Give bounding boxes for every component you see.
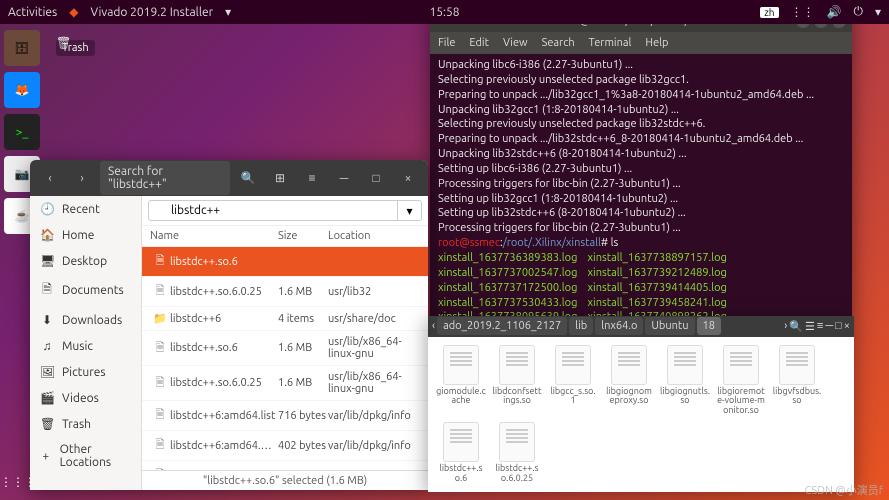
- file-row[interactable]: 🗎libstdc++6:amd64.prerm402 bytesvar/lib/…: [142, 431, 428, 461]
- watermark: CSDN @小演员f: [805, 482, 883, 498]
- filter-input[interactable]: [148, 200, 398, 221]
- sidebar-item-trash[interactable]: 🗑Trash: [30, 411, 141, 437]
- trash-label: Trash: [56, 40, 95, 56]
- chevron-down-icon: ▾: [225, 5, 231, 19]
- search-icon[interactable]: 🔍: [789, 320, 803, 333]
- sidebar-item-downloads[interactable]: ⬇Downloads: [30, 307, 141, 333]
- grid-file-item[interactable]: libstdc++.so.6: [436, 422, 486, 484]
- files-headerbar: ‹ › Search for "libstdc++" 🔍 ⊞ ≡ ─ □ ×: [30, 160, 428, 196]
- file-row[interactable]: 🗎libstdc++.so.6.0.251.6 MBusr/lib/x86_64…: [142, 366, 428, 401]
- sidebar-item-desktop[interactable]: 🖥Desktop: [30, 248, 141, 274]
- maximize-button[interactable]: □: [835, 320, 842, 332]
- file-row[interactable]: 🗎libstdc++6:amd64.list716 bytesvar/lib/d…: [142, 401, 428, 431]
- breadcrumb-segment[interactable]: lib: [569, 317, 593, 335]
- menu-edit[interactable]: Edit: [469, 37, 489, 49]
- menu-help[interactable]: Help: [645, 37, 668, 49]
- search-icon[interactable]: 🔍: [234, 165, 262, 191]
- forward-button[interactable]: ›: [68, 165, 96, 191]
- column-headers[interactable]: NameSizeLocation: [142, 226, 428, 247]
- list-view-icon[interactable]: ☰: [805, 320, 815, 333]
- minimize-button[interactable]: ─: [330, 165, 358, 191]
- clock[interactable]: 15:58: [429, 6, 459, 19]
- show-applications-icon[interactable]: ⋮⋮⋮: [6, 470, 30, 494]
- file-row[interactable]: 🗎libstdc++.so.6.0.251.6 MBusr/lib32: [142, 277, 428, 307]
- grid-file-item[interactable]: libstdc++.so.6.0.25: [492, 422, 542, 484]
- menu-file[interactable]: File: [438, 37, 455, 49]
- terminal-launcher[interactable]: >_: [4, 114, 40, 150]
- wifi-icon[interactable]: ⋮⋮: [791, 5, 815, 19]
- menu-view[interactable]: View: [503, 37, 528, 49]
- volume-icon[interactable]: 🔊: [827, 5, 842, 19]
- input-source[interactable]: zh: [760, 7, 778, 18]
- close-button[interactable]: ×: [844, 320, 850, 332]
- sidebar-item-videos[interactable]: 🎬Videos: [30, 385, 141, 411]
- file-row[interactable]: 📁libstdc++64 itemsusr/share/doc: [142, 307, 428, 331]
- files-sidebar: 🕘Recent🏠Home🖥Desktop🗎Documents⬇Downloads…: [30, 196, 142, 490]
- terminal-output[interactable]: Unpacking libc6-i386 (2.27-3ubuntu1) ...…: [430, 54, 852, 316]
- grid-file-item[interactable]: libgcc_s.so.1: [548, 345, 598, 417]
- breadcrumb-segment[interactable]: lnx64.o: [595, 317, 643, 335]
- sidebar-item-documents[interactable]: 🗎Documents: [30, 274, 141, 307]
- grid-file-item[interactable]: libgvfsdbus.so: [772, 345, 822, 417]
- files-window: ‹ › Search for "libstdc++" 🔍 ⊞ ≡ ─ □ × 🕘…: [30, 160, 428, 490]
- power-icon[interactable]: ⏻: [853, 5, 863, 19]
- back-button[interactable]: ‹: [432, 320, 435, 332]
- menu-icon[interactable]: ≡: [298, 165, 326, 191]
- pathbar[interactable]: Search for "libstdc++": [100, 161, 230, 195]
- terminal-window: root@ssmec: /root/.Xilinx/xinstall FileE…: [430, 10, 852, 316]
- file-list: 🗎libstdc++.so.6🗎libstdc++.so.6.0.251.6 M…: [142, 247, 428, 470]
- files2-grid: giomodule.cachelibdconfsettings.solibgcc…: [428, 337, 854, 492]
- file-row[interactable]: 🗎libstdc++.so.61.6 MBusr/lib/x86_64-linu…: [142, 331, 428, 366]
- activities-button[interactable]: Activities: [8, 6, 57, 19]
- maximize-button[interactable]: □: [362, 165, 390, 191]
- grid-file-item[interactable]: libgioremote-volume-monitor.so: [716, 345, 766, 417]
- grid-file-item[interactable]: libgiognutls.so: [660, 345, 710, 417]
- sidebar-item-home[interactable]: 🏠Home: [30, 222, 141, 248]
- forward-crumb-icon[interactable]: ›: [784, 320, 787, 332]
- grid-view-icon[interactable]: ⊞: [266, 165, 294, 191]
- sidebar-item-music[interactable]: ♫Music: [30, 333, 141, 359]
- close-button[interactable]: ×: [394, 165, 422, 191]
- statusbar: "libstdc++.so.6" selected (1.6 MB): [142, 470, 428, 490]
- menu-icon[interactable]: ≡: [817, 320, 823, 332]
- breadcrumb-segment[interactable]: ado_2019.2_1106_2127: [437, 317, 567, 335]
- grid-file-item[interactable]: libgiognomeproxy.so: [604, 345, 654, 417]
- firefox-launcher[interactable]: 🦊: [4, 72, 40, 108]
- file-row[interactable]: 🗎libstdc++6:amd64.shlibs23 bytesvar/lib/…: [142, 461, 428, 470]
- sidebar-item-other-locations[interactable]: +Other Locations: [30, 437, 141, 475]
- file-row[interactable]: 🗎libstdc++.so.6: [142, 247, 428, 277]
- terminal-menubar: File Edit View Search Terminal Help: [430, 32, 852, 54]
- files-launcher[interactable]: 🗄: [4, 30, 40, 66]
- files-window-secondary: ‹ ado_2019.2_1106_2127liblnx64.oUbuntu18…: [428, 316, 854, 492]
- grid-file-item[interactable]: giomodule.cache: [436, 345, 486, 417]
- breadcrumb-segment[interactable]: 18: [697, 317, 721, 335]
- menu-terminal[interactable]: Terminal: [589, 37, 632, 49]
- back-button[interactable]: ‹: [36, 165, 64, 191]
- breadcrumb-segment[interactable]: Ubuntu: [645, 317, 694, 335]
- grid-file-item[interactable]: libdconfsettings.so: [492, 345, 542, 417]
- app-menu[interactable]: Vivado 2019.2 Installer: [90, 6, 213, 19]
- gnome-topbar: Activities ◆ Vivado 2019.2 Installer ▾ 1…: [0, 0, 889, 24]
- minimize-button[interactable]: ─: [825, 320, 833, 332]
- menu-search[interactable]: Search: [542, 37, 575, 49]
- sidebar-item-recent[interactable]: 🕘Recent: [30, 196, 141, 222]
- sidebar-item-pictures[interactable]: 🖼Pictures: [30, 359, 141, 385]
- chevron-down-icon[interactable]: ▾: [875, 5, 881, 19]
- files2-headerbar: ‹ ado_2019.2_1106_2127liblnx64.oUbuntu18…: [428, 316, 854, 337]
- filter-dropdown[interactable]: ▾: [398, 200, 422, 221]
